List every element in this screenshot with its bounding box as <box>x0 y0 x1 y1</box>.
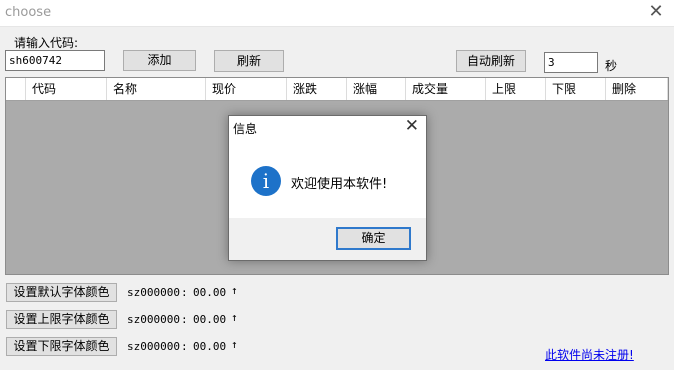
column-header-code[interactable]: 代码 <box>26 78 107 100</box>
register-link[interactable]: 此软件尚未注册! <box>545 346 634 363</box>
seconds-label: 秒 <box>605 59 618 73</box>
column-header-upper-limit[interactable]: 上限 <box>486 78 546 100</box>
refresh-button[interactable]: 刷新 <box>214 50 284 72</box>
dialog-close-icon[interactable]: ✕ <box>405 116 419 136</box>
code-label: 请输入代码: <box>14 36 79 50</box>
upper-sample-sep: : <box>181 313 188 326</box>
lower-sample-sep: : <box>181 340 188 353</box>
column-header-change-pct[interactable]: 涨幅 <box>347 78 406 100</box>
window-title: choose <box>5 5 52 20</box>
interval-input[interactable]: 3 <box>544 52 598 73</box>
dialog-message: 欢迎使用本软件! <box>291 177 388 192</box>
column-header-change[interactable]: 涨跌 <box>287 78 347 100</box>
row-header-corner <box>6 78 26 100</box>
dialog-footer: 确定 <box>229 218 426 260</box>
code-input[interactable]: sh600742 <box>5 50 105 71</box>
column-header-volume[interactable]: 成交量 <box>406 78 486 100</box>
set-upper-color-button[interactable]: 设置上限字体颜色 <box>6 310 117 329</box>
default-sample-value: 00.00 <box>193 286 227 299</box>
set-default-color-button[interactable]: 设置默认字体颜色 <box>6 283 117 302</box>
column-header-delete[interactable]: 删除 <box>606 78 668 100</box>
column-header-name[interactable]: 名称 <box>107 78 206 100</box>
title-bar: choose ✕ <box>0 0 674 27</box>
column-header-lower-limit[interactable]: 下限 <box>546 78 606 100</box>
default-sample-sep: : <box>181 286 188 299</box>
table-header: 代码 名称 现价 涨跌 涨幅 成交量 上限 下限 删除 <box>6 78 668 101</box>
info-dialog: 信息 ✕ i 欢迎使用本软件! 确定 <box>228 115 427 261</box>
upper-sample-value: 00.00 <box>193 313 227 326</box>
lower-sample-value: 00.00 <box>193 340 227 353</box>
lower-sample-code: sz000000 <box>127 340 180 353</box>
add-button[interactable]: 添加 <box>123 50 196 71</box>
upper-sample-code: sz000000 <box>127 313 180 326</box>
up-arrow-icon: ↑ <box>231 284 238 297</box>
up-arrow-icon: ↑ <box>231 311 238 324</box>
info-icon: i <box>251 166 281 196</box>
set-lower-color-button[interactable]: 设置下限字体颜色 <box>6 337 117 356</box>
window-close-icon[interactable]: ✕ <box>646 1 666 22</box>
column-header-price[interactable]: 现价 <box>206 78 287 100</box>
up-arrow-icon: ↑ <box>231 338 238 351</box>
default-sample-code: sz000000 <box>127 286 180 299</box>
dialog-title: 信息 <box>233 122 258 136</box>
ok-button[interactable]: 确定 <box>336 227 411 250</box>
auto-refresh-button[interactable]: 自动刷新 <box>456 50 526 72</box>
